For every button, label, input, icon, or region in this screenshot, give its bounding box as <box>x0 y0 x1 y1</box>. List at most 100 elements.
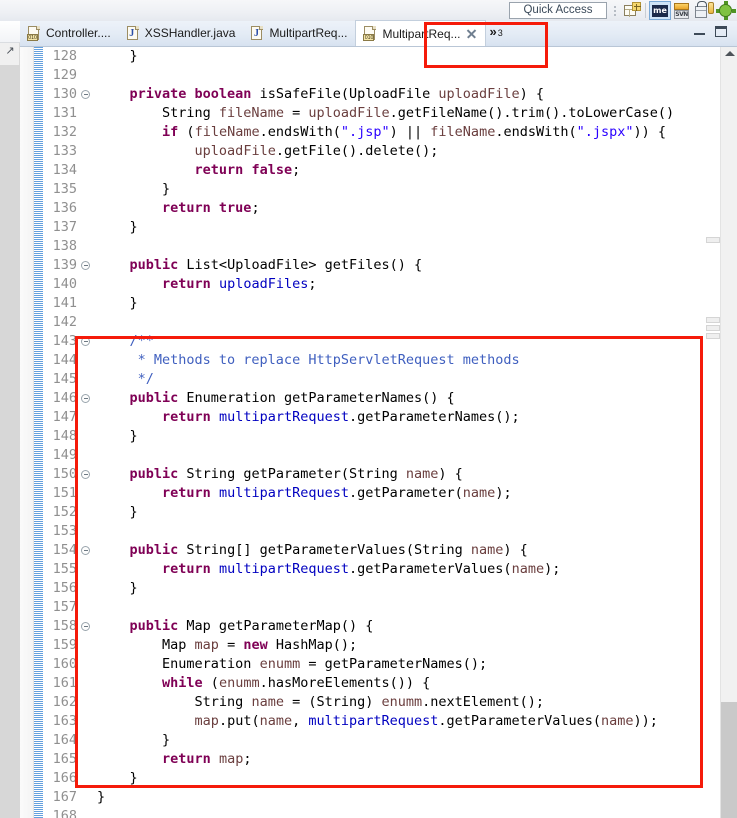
line-number: 156 <box>52 580 77 596</box>
code-line[interactable]: String fileName = uploadFile.getFileName… <box>92 104 737 123</box>
source-code-text[interactable]: } private boolean isSafeFile(UploadFile … <box>92 47 737 818</box>
code-line[interactable]: private boolean isSafeFile(UploadFile up… <box>92 85 737 104</box>
code-line[interactable]: * Methods to replace HttpServletRequest … <box>92 351 737 370</box>
code-line[interactable]: /** <box>92 332 737 351</box>
code-token: public <box>129 390 179 406</box>
code-line[interactable]: } <box>92 503 737 522</box>
code-token: .nextElement(); <box>422 694 545 710</box>
code-line[interactable]: return map; <box>92 750 737 769</box>
code-token: return false <box>194 162 293 178</box>
code-token: String getParameter(String <box>178 466 406 482</box>
code-line[interactable]: public Map getParameterMap() { <box>92 617 737 636</box>
code-line[interactable]: public Enumeration getParameterNames() { <box>92 389 737 408</box>
vertical-scrollbar[interactable] <box>720 47 737 818</box>
debug-perspective-icon[interactable] <box>716 1 736 20</box>
line-number: 141 <box>52 295 77 311</box>
overview-ruler-mark[interactable] <box>706 325 720 331</box>
code-token: name <box>251 694 284 710</box>
code-line[interactable]: */ <box>92 370 737 389</box>
editor-tab-controller[interactable]: 010 Controller.... <box>20 20 119 46</box>
editor-tab-overflow-button[interactable]: » 3 <box>486 20 507 46</box>
code-line[interactable]: uploadFile.getFile().delete(); <box>92 142 737 161</box>
line-number: 164 <box>52 732 77 748</box>
code-line[interactable]: } <box>92 427 737 446</box>
code-line[interactable] <box>92 446 737 465</box>
editor-tab-xsshandler[interactable]: J XSSHandler.java <box>119 20 244 46</box>
scroll-up-arrow-icon[interactable] <box>725 51 735 56</box>
code-line[interactable]: } <box>92 579 737 598</box>
svn-repository-icon[interactable]: SVN <box>672 1 692 20</box>
code-line[interactable]: public List<UploadFile> getFiles() { <box>92 256 737 275</box>
code-token: HashMap(); <box>267 637 358 653</box>
fold-collapse-icon[interactable] <box>79 85 92 104</box>
code-line[interactable]: return multipartRequest.getParameterName… <box>92 408 737 427</box>
overview-ruler-mark[interactable] <box>706 333 720 339</box>
code-line[interactable] <box>92 522 737 541</box>
code-line[interactable]: return false; <box>92 161 737 180</box>
minimize-icon[interactable] <box>694 27 705 36</box>
code-token: String[] getParameterValues(String <box>178 542 471 558</box>
code-token: = <box>283 105 309 121</box>
code-token: name <box>600 713 634 729</box>
code-line[interactable]: map.put(name, multipartRequest.getParame… <box>92 712 737 731</box>
code-line[interactable]: } <box>92 180 737 199</box>
code-line[interactable]: String name = (String) enumm.nextElement… <box>92 693 737 712</box>
code-line[interactable]: } <box>92 294 737 313</box>
fold-collapse-icon[interactable] <box>79 541 92 560</box>
code-line[interactable]: return multipartRequest.getParameter(nam… <box>92 484 737 503</box>
overview-ruler-mark[interactable] <box>706 317 720 323</box>
code-line[interactable]: public String getParameter(String name) … <box>92 465 737 484</box>
code-line[interactable]: } <box>92 769 737 788</box>
code-token: .hasMoreElements()) { <box>259 675 431 691</box>
fold-collapse-icon[interactable] <box>79 256 92 275</box>
overview-ruler-mark[interactable] <box>706 237 720 243</box>
code-line[interactable]: } <box>92 731 737 750</box>
editor-tab-multipartrequest-java[interactable]: J MultipartReq... <box>243 20 355 46</box>
code-editor[interactable]: 128 129 130 131 132 133 134 135 136 137 138 139 140 1… <box>20 47 737 818</box>
toolbar-drag-handle[interactable] <box>610 2 619 20</box>
fold-collapse-icon[interactable] <box>79 617 92 636</box>
code-line[interactable]: } <box>92 47 737 66</box>
code-line[interactable] <box>92 66 737 85</box>
open-perspective-icon[interactable] <box>621 1 641 20</box>
code-line[interactable] <box>92 313 737 332</box>
fold-collapse-icon[interactable] <box>79 465 92 484</box>
code-token: .getParameter( <box>349 485 463 501</box>
code-line[interactable]: return true; <box>92 199 737 218</box>
code-line[interactable]: if (fileName.endsWith(".jsp") || fileNam… <box>92 123 737 142</box>
team-synchronizing-icon[interactable] <box>694 1 714 20</box>
code-line[interactable] <box>92 598 737 617</box>
maximize-icon[interactable] <box>715 25 727 37</box>
maven-perspective-icon[interactable]: me <box>649 1 671 20</box>
folding-ruler[interactable] <box>79 47 92 818</box>
code-line[interactable]: return multipartRequest.getParameterValu… <box>92 560 737 579</box>
line-number: 148 <box>52 428 77 444</box>
close-icon[interactable] <box>466 28 477 39</box>
code-token: return <box>162 561 211 577</box>
code-line[interactable]: Enumeration enumm = getParameterNames(); <box>92 655 737 674</box>
code-line[interactable]: while (enumm.hasMoreElements()) { <box>92 674 737 693</box>
code-line[interactable]: } <box>92 788 737 807</box>
annotation-ruler[interactable] <box>20 47 34 818</box>
code-line[interactable]: return uploadFiles; <box>92 275 737 294</box>
fold-collapse-icon[interactable] <box>79 332 92 351</box>
fold-collapse-icon[interactable] <box>79 389 92 408</box>
scrollbar-thumb[interactable] <box>721 702 737 818</box>
quick-access-search[interactable]: Quick Access <box>509 2 607 19</box>
code-line[interactable]: public String[] getParameterValues(Strin… <box>92 541 737 560</box>
left-panel-tab[interactable] <box>0 21 20 43</box>
code-line[interactable]: } <box>92 218 737 237</box>
code-line[interactable] <box>92 237 737 256</box>
restore-panel-icon[interactable]: ↗ <box>2 43 18 59</box>
code-line[interactable]: Map map = new HashMap(); <box>92 636 737 655</box>
editor-tab-bar: 010 Controller.... J XSSHandler.java J M… <box>20 20 737 47</box>
editor-tab-multipartrequest-active[interactable]: 010 MultipartReq... <box>355 20 486 46</box>
line-number: 131 <box>52 105 77 121</box>
code-line[interactable] <box>92 807 737 818</box>
